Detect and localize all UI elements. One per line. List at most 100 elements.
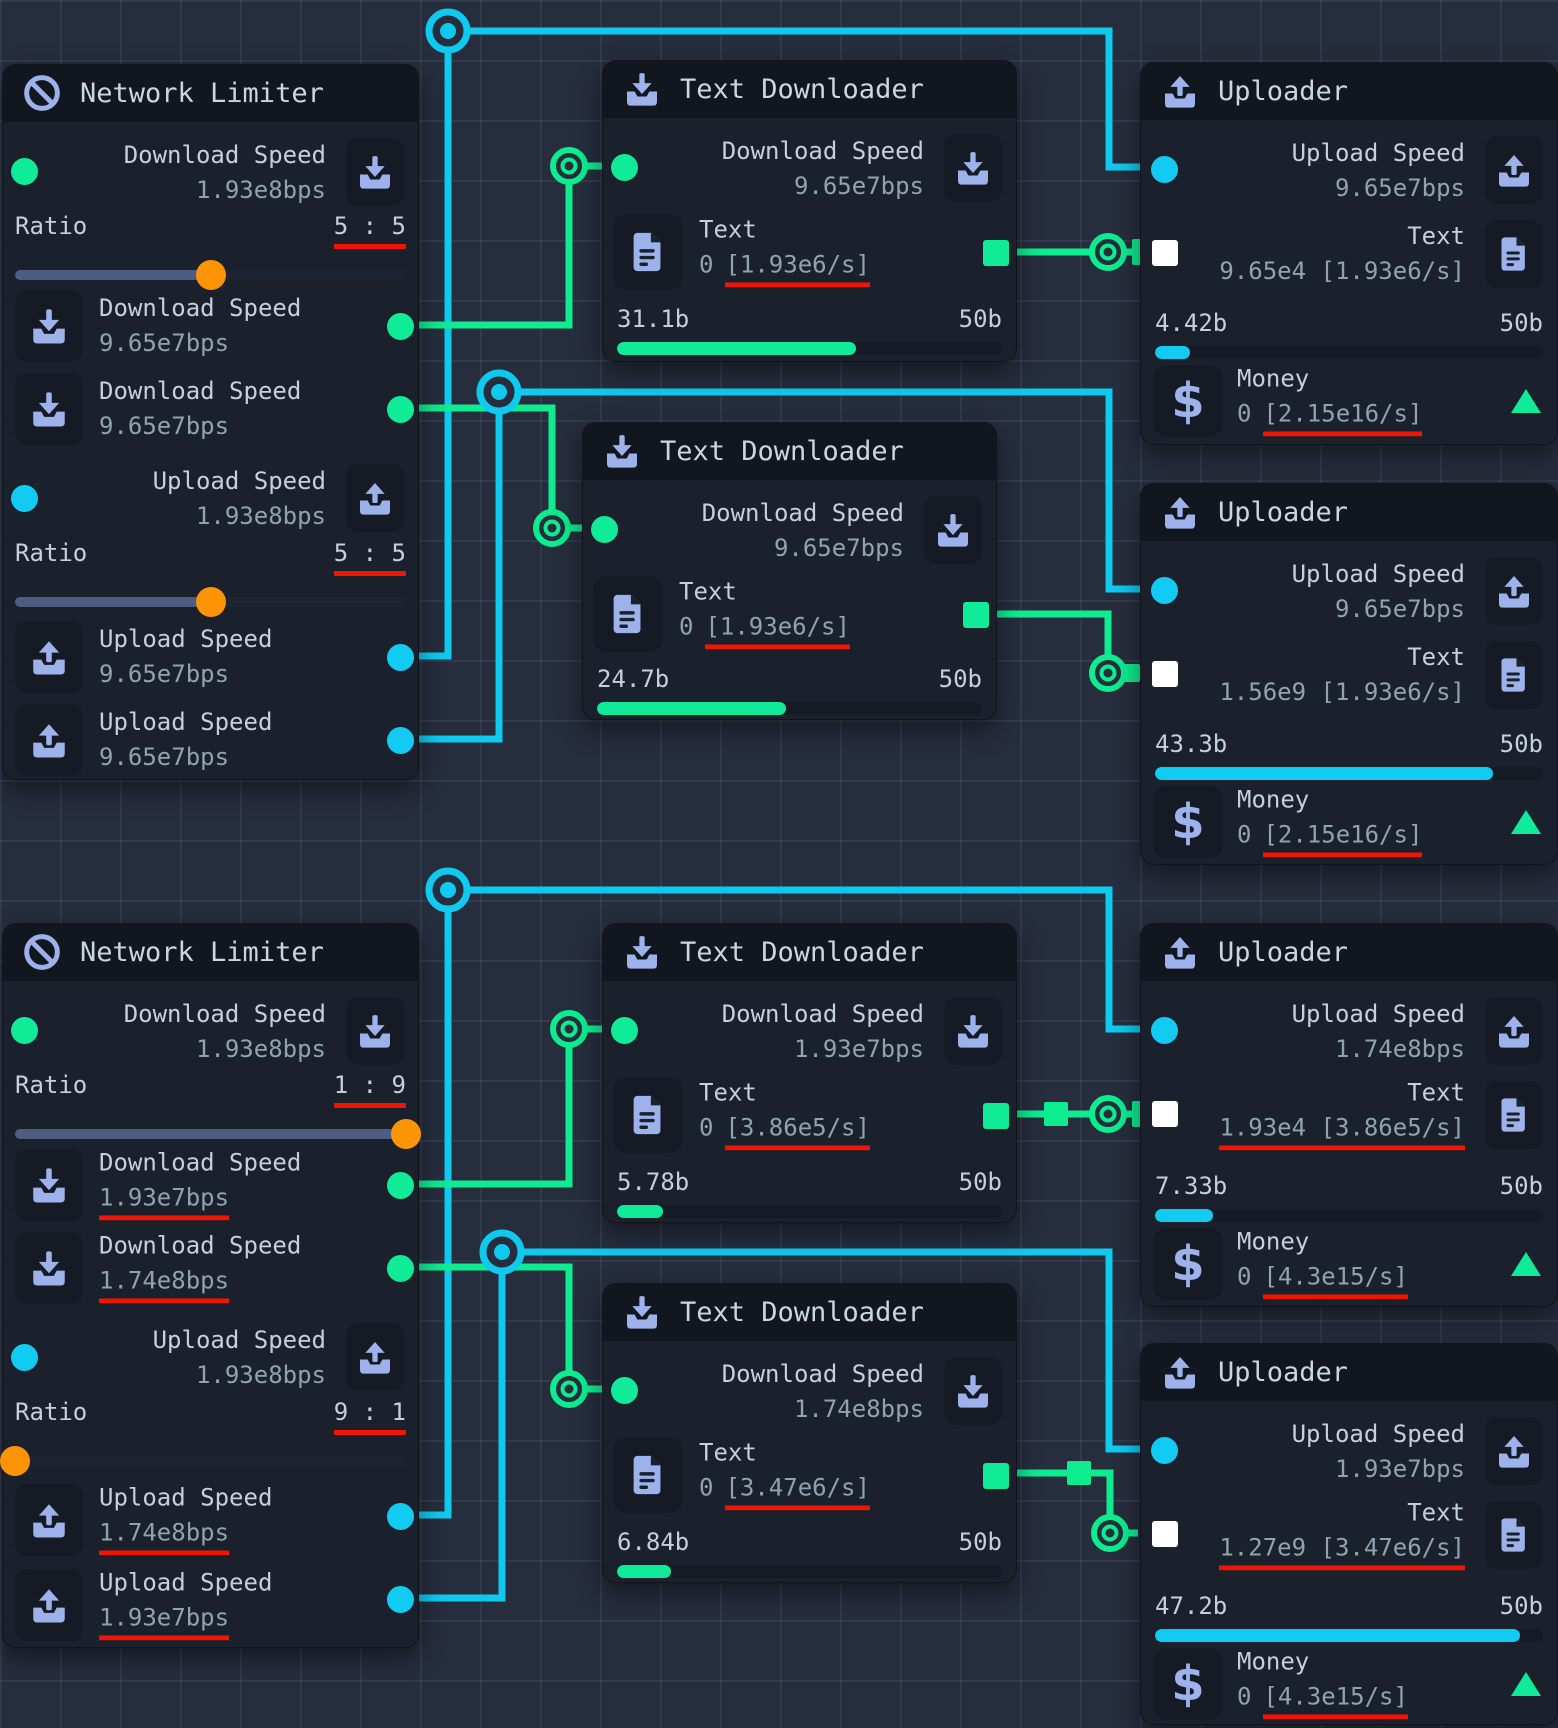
node-header[interactable]: Network Limiter (2, 923, 419, 981)
node-header[interactable]: Uploader (1140, 62, 1558, 120)
progress-total: 50b (1499, 1172, 1543, 1200)
cyan-wire-junctions[interactable] (425, 8, 525, 1275)
wire-download-3 (404, 1025, 612, 1188)
upload-speed-input: Upload Speed 1.93e8bps (152, 1325, 326, 1389)
money-output-port[interactable] (1511, 1252, 1541, 1276)
ratio-value: 5 : 5 (333, 539, 406, 576)
text-input-port[interactable] (1152, 1521, 1178, 1547)
ratio-value: 1 : 9 (333, 1071, 406, 1108)
text-input-port[interactable] (1152, 661, 1178, 687)
progress-labels: 43.3b 50b (1155, 730, 1543, 758)
wire-junction (550, 147, 588, 185)
money-output-port[interactable] (1511, 389, 1541, 413)
progress-bar (617, 1565, 1002, 1578)
upload-speed-output-port[interactable] (387, 727, 414, 754)
ratio-slider[interactable] (0, 1445, 406, 1477)
node-text-downloader-2[interactable]: Text Downloader Download Speed 9.65e7bps… (582, 422, 997, 720)
node-title: Text Downloader (680, 73, 924, 105)
ratio-slider[interactable] (15, 586, 406, 618)
download-speed-input-port[interactable] (11, 158, 38, 185)
download-speed-input: Download Speed 1.74e8bps (721, 1359, 924, 1423)
progress-total: 50b (958, 305, 1002, 333)
node-network-limiter-1[interactable]: Network Limiter Download Speed 1.93e8bps… (2, 64, 419, 780)
node-text-downloader-3[interactable]: Text Downloader Download Speed 1.93e7bps… (602, 923, 1017, 1223)
node-header[interactable]: Text Downloader (602, 60, 1017, 118)
node-header[interactable]: Network Limiter (2, 64, 419, 122)
upload-speed-input-port[interactable] (1151, 1437, 1178, 1464)
download-speed-output-port[interactable] (387, 1255, 414, 1282)
money-output-port[interactable] (1511, 810, 1541, 834)
text-input-port[interactable] (1152, 240, 1178, 266)
node-title: Network Limiter (80, 77, 324, 109)
wire-junction (479, 1229, 525, 1275)
slider-knob[interactable] (0, 1446, 30, 1476)
slider-knob[interactable] (195, 260, 226, 290)
upload-speed-output-port[interactable] (387, 644, 414, 671)
download-speed-input-port[interactable] (591, 516, 618, 543)
node-graph-canvas[interactable]: Network Limiter Download Speed 1.93e8bps… (0, 0, 1558, 1728)
text-output: Text 0 [3.86e5/s] (699, 1079, 870, 1151)
download-speed-input-port[interactable] (611, 154, 638, 181)
node-uploader-3[interactable]: Uploader Upload Speed 1.74e8bps Text 1.9… (1140, 923, 1558, 1307)
wire-junction (533, 509, 571, 547)
node-title: Text Downloader (680, 936, 924, 968)
progress-total: 50b (958, 1528, 1002, 1556)
text-input-port[interactable] (1152, 1101, 1178, 1127)
text-output-port[interactable] (963, 602, 989, 628)
node-header[interactable]: Uploader (1140, 1343, 1558, 1401)
node-header[interactable]: Uploader (1140, 923, 1558, 981)
download-speed-output-port[interactable] (387, 1172, 414, 1199)
wire-junction (550, 1010, 588, 1048)
download-speed-output-port[interactable] (387, 313, 414, 340)
text-output-port[interactable] (983, 1463, 1009, 1489)
node-header[interactable]: Text Downloader (582, 422, 997, 480)
progress-labels: 47.2b 50b (1155, 1592, 1543, 1620)
money-output: Money 0 [4.3e15/s] (1237, 1228, 1408, 1300)
upload-speed-input-port[interactable] (1151, 577, 1178, 604)
download-speed-output-port[interactable] (387, 396, 414, 423)
ratio-slider[interactable] (15, 259, 406, 291)
wire-junction (1089, 233, 1127, 271)
download-speed-input-port[interactable] (611, 1017, 638, 1044)
upload-speed-input: Upload Speed 1.74e8bps (1291, 999, 1465, 1063)
download-ratio-control: Ratio 1 : 9 (15, 1071, 421, 1150)
progress-current: 24.7b (597, 665, 670, 693)
download-speed-input-port[interactable] (11, 1017, 38, 1044)
node-title: Text Downloader (680, 1296, 924, 1328)
download-speed-input: Download Speed 1.93e7bps (721, 999, 924, 1063)
upload-speed-input-port[interactable] (11, 485, 38, 512)
upload-speed-input-port[interactable] (11, 1344, 38, 1371)
download-icon (944, 134, 1002, 202)
ratio-slider[interactable] (15, 1118, 421, 1150)
download-speed-input: Download Speed 1.93e8bps (123, 140, 326, 204)
node-text-downloader-4[interactable]: Text Downloader Download Speed 1.74e8bps… (602, 1283, 1017, 1583)
wire-junction (1089, 1095, 1127, 1133)
node-header[interactable]: Text Downloader (602, 923, 1017, 981)
upload-speed-input: Upload Speed 9.65e7bps (1291, 138, 1465, 202)
upload-speed-output: Upload Speed 1.74e8bps (99, 1484, 272, 1556)
node-header[interactable]: Text Downloader (602, 1283, 1017, 1341)
node-network-limiter-2[interactable]: Network Limiter Download Speed 1.93e8bps… (0, 923, 421, 1648)
money-output: Money 0 [4.3e15/s] (1237, 1648, 1408, 1720)
upload-speed-output-port[interactable] (387, 1586, 414, 1613)
file-icon (613, 1437, 683, 1513)
upload-icon (1485, 997, 1543, 1065)
node-uploader-1[interactable]: Uploader Upload Speed 9.65e7bps Text 9.6… (1140, 62, 1558, 445)
upload-speed-input-port[interactable] (1151, 1017, 1178, 1044)
node-text-downloader-1[interactable]: Text Downloader Download Speed 9.65e7bps… (602, 60, 1017, 362)
node-uploader-2[interactable]: Uploader Upload Speed 9.65e7bps Text 1.5… (1140, 483, 1558, 865)
slider-knob[interactable] (391, 1119, 421, 1149)
slider-knob[interactable] (195, 587, 226, 617)
upload-speed-output-port[interactable] (387, 1503, 414, 1530)
node-uploader-4[interactable]: Uploader Upload Speed 1.93e7bps Text 1.2… (1140, 1343, 1558, 1725)
upload-icon (15, 1484, 83, 1556)
money-output-port[interactable] (1511, 1672, 1541, 1696)
download-speed-input: Download Speed 1.93e8bps (123, 999, 326, 1063)
download-speed-input-port[interactable] (611, 1377, 638, 1404)
text-output-port[interactable] (983, 1103, 1009, 1129)
upload-speed-input-port[interactable] (1151, 156, 1178, 183)
text-input: Text 1.93e4 [3.86e5/s] (1219, 1079, 1465, 1151)
node-header[interactable]: Uploader (1140, 483, 1558, 541)
download-speed-input: Download Speed 9.65e7bps (701, 498, 904, 562)
text-output-port[interactable] (983, 240, 1009, 266)
